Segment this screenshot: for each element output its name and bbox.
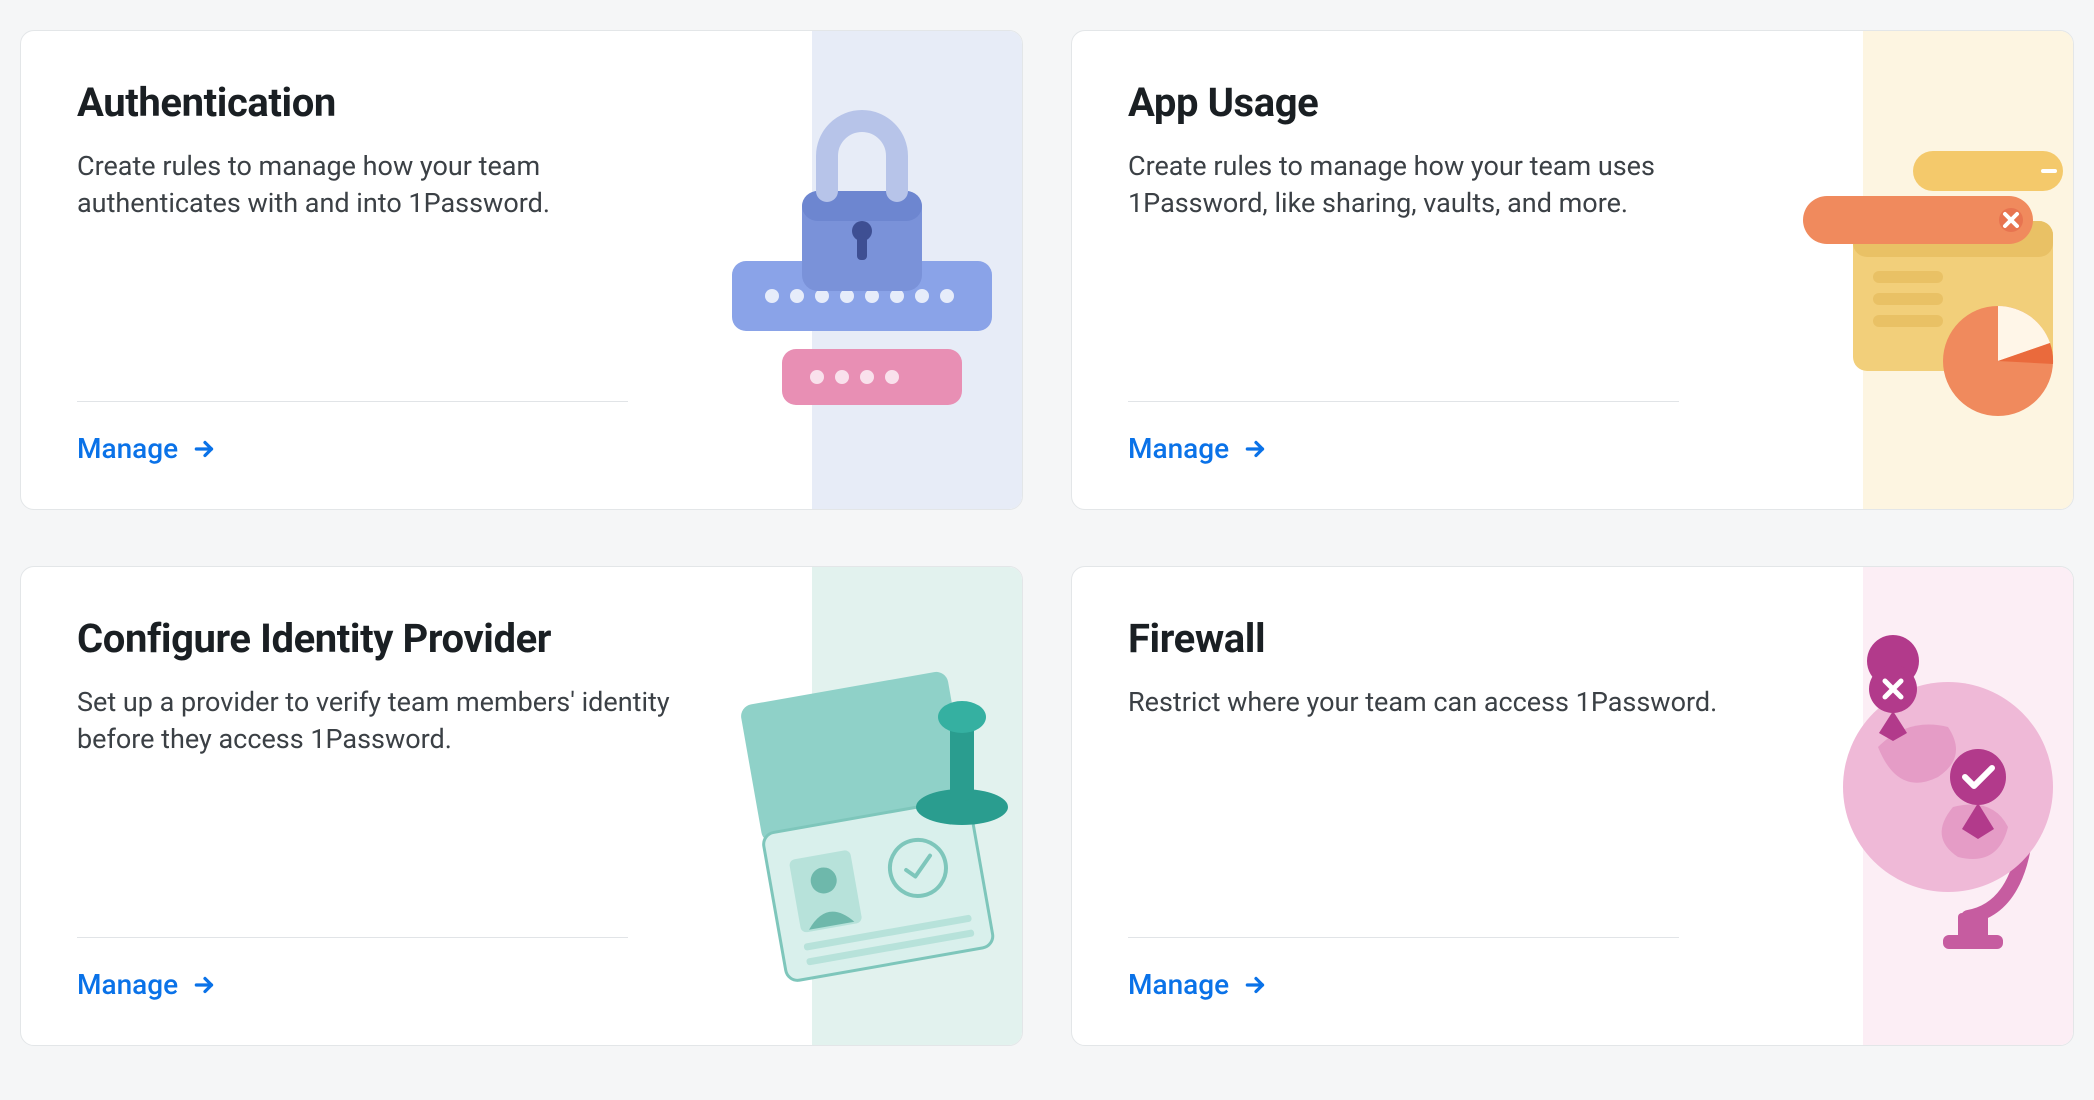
card-title: Authentication	[77, 79, 966, 126]
manage-button[interactable]: Manage	[77, 968, 218, 1001]
divider	[77, 401, 628, 402]
policy-cards-grid: Authentication Create rules to manage ho…	[20, 30, 2074, 1046]
manage-button[interactable]: Manage	[77, 432, 218, 465]
card-app-usage: App Usage Create rules to manage how you…	[1071, 30, 2074, 510]
arrow-right-icon	[1243, 972, 1269, 998]
card-title: App Usage	[1128, 79, 2017, 126]
manage-label: Manage	[1128, 432, 1229, 465]
card-title: Configure Identity Provider	[77, 615, 966, 662]
card-description: Restrict where your team can access 1Pas…	[1128, 684, 1748, 721]
manage-label: Manage	[77, 968, 178, 1001]
card-description: Set up a provider to verify team members…	[77, 684, 697, 759]
arrow-right-icon	[192, 436, 218, 462]
divider	[77, 937, 628, 938]
card-authentication: Authentication Create rules to manage ho…	[20, 30, 1023, 510]
card-identity-provider: Configure Identity Provider Set up a pro…	[20, 566, 1023, 1046]
arrow-right-icon	[1243, 436, 1269, 462]
card-title: Firewall	[1128, 615, 2017, 662]
divider	[1128, 937, 1679, 938]
card-description: Create rules to manage how your team aut…	[77, 148, 697, 223]
manage-button[interactable]: Manage	[1128, 432, 1269, 465]
card-description: Create rules to manage how your team use…	[1128, 148, 1748, 223]
divider	[1128, 401, 1679, 402]
manage-label: Manage	[1128, 968, 1229, 1001]
arrow-right-icon	[192, 972, 218, 998]
card-firewall: Firewall Restrict where your team can ac…	[1071, 566, 2074, 1046]
manage-label: Manage	[77, 432, 178, 465]
manage-button[interactable]: Manage	[1128, 968, 1269, 1001]
